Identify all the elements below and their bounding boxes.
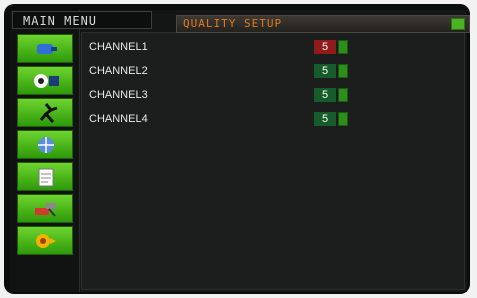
camera-icon (37, 44, 57, 54)
sidebar-item-document[interactable] (17, 162, 73, 191)
sidebar-item-camera[interactable] (17, 34, 73, 63)
quality-spinner[interactable] (338, 40, 348, 54)
channel-label: CHANNEL3 (89, 89, 148, 101)
channel-label: CHANNEL2 (89, 65, 148, 77)
dvr-screen: MAIN MENU QUALITY SETUP CHANNEL1 5 CHANN… (10, 10, 470, 292)
motion-icon (39, 103, 58, 123)
sidebar-item-alarm[interactable] (17, 226, 73, 255)
quality-setup-header: QUALITY SETUP (176, 15, 470, 33)
page-title: QUALITY SETUP (183, 17, 283, 30)
quality-value[interactable]: 5 (314, 64, 336, 78)
sidebar-item-tools[interactable] (17, 194, 73, 223)
quality-value[interactable]: 5 (314, 112, 336, 126)
sidebar-menu (17, 34, 74, 258)
quality-value-selected[interactable]: 5 (314, 40, 336, 54)
quality-value[interactable]: 5 (314, 88, 336, 102)
main-menu-title: MAIN MENU (12, 11, 152, 29)
quality-spinner[interactable] (338, 64, 348, 78)
document-icon (38, 168, 54, 187)
quality-spinner[interactable] (338, 112, 348, 126)
sidebar-item-record[interactable] (17, 66, 73, 95)
tools-icon (35, 203, 56, 217)
record-icon (34, 74, 59, 88)
sidebar-item-network[interactable] (17, 130, 73, 159)
sidebar-item-motion[interactable] (17, 98, 73, 127)
close-button[interactable] (451, 18, 465, 30)
quality-spinner[interactable] (338, 88, 348, 102)
network-icon (38, 137, 54, 153)
channel-label: CHANNEL1 (89, 41, 148, 53)
channel-label: CHANNEL4 (89, 113, 148, 125)
alarm-icon (36, 234, 56, 248)
